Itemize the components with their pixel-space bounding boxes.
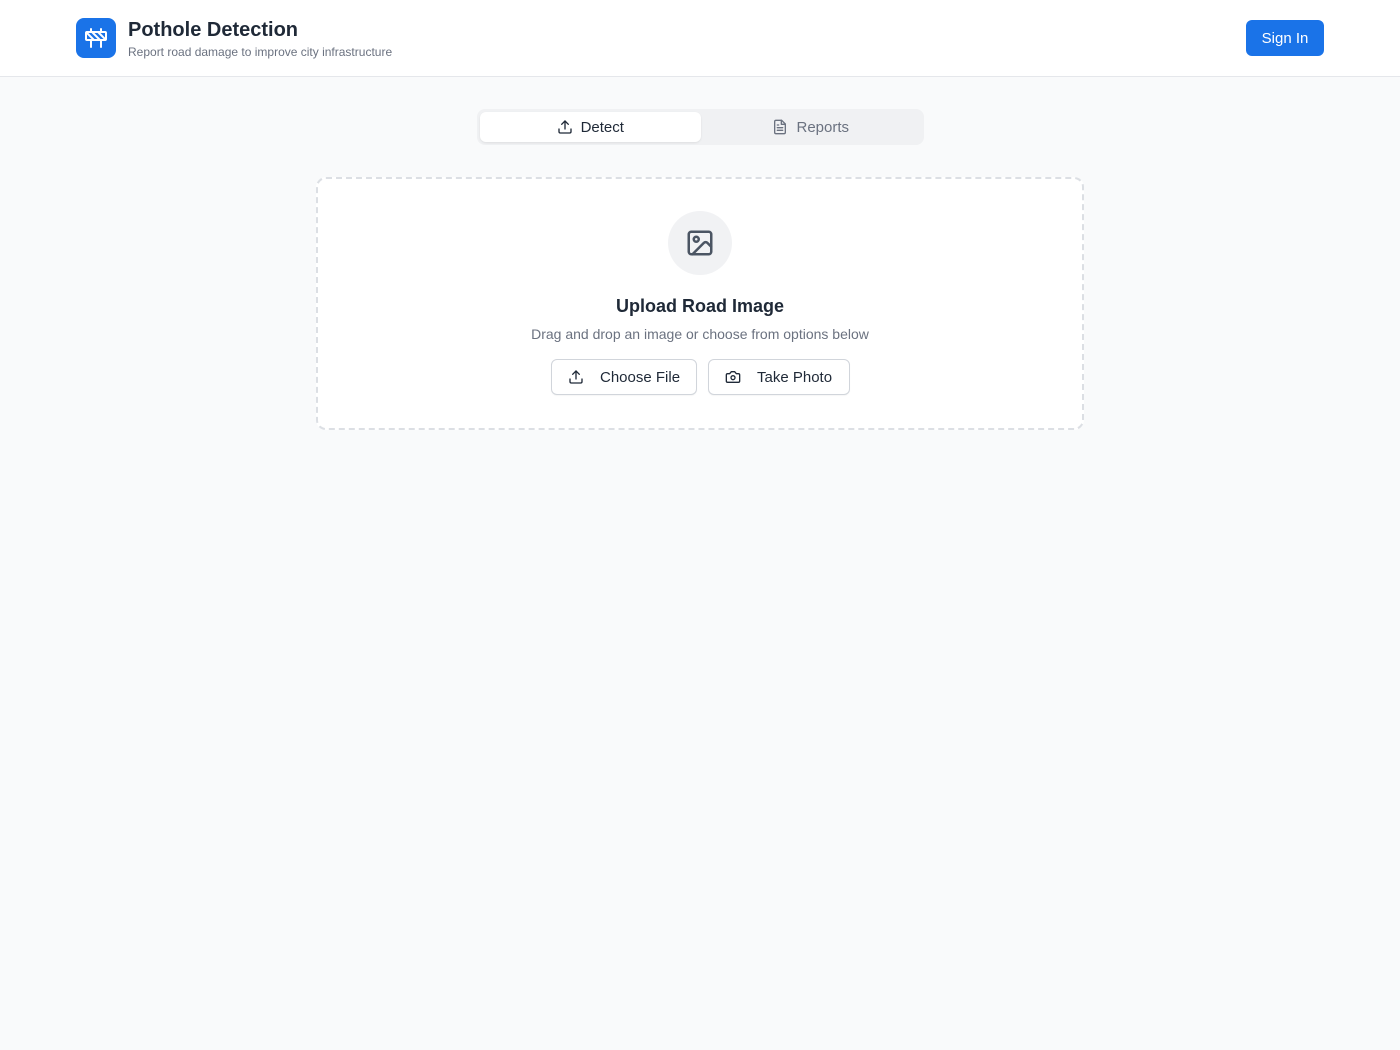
app-subtitle: Report road damage to improve city infra… bbox=[128, 45, 393, 59]
tab-bar: Detect Reports bbox=[477, 109, 924, 145]
tab-detect[interactable]: Detect bbox=[480, 112, 701, 142]
image-icon bbox=[668, 211, 732, 275]
upload-title: Upload Road Image bbox=[615, 296, 785, 316]
sign-in-button[interactable]: Sign In bbox=[1246, 20, 1324, 56]
road-barrier-icon bbox=[76, 18, 116, 58]
app-title: Pothole Detection bbox=[128, 19, 299, 41]
document-icon bbox=[772, 119, 788, 135]
choose-file-label: Choose File bbox=[600, 368, 681, 386]
choose-file-button[interactable]: Choose File bbox=[551, 359, 697, 395]
take-photo-label: Take Photo bbox=[757, 368, 833, 386]
upload-description: Drag and drop an image or choose from op… bbox=[531, 326, 869, 342]
upload-icon bbox=[557, 119, 573, 135]
upload-dropzone[interactable]: Upload Road Image Drag and drop an image… bbox=[316, 177, 1084, 430]
take-photo-button[interactable]: Take Photo bbox=[708, 359, 850, 395]
tab-reports[interactable]: Reports bbox=[701, 112, 922, 142]
app-header: Pothole Detection Report road damage to … bbox=[0, 0, 1400, 77]
tab-detect-label: Detect bbox=[580, 118, 624, 136]
tab-reports-label: Reports bbox=[796, 118, 850, 136]
upload-icon bbox=[568, 369, 584, 385]
camera-icon bbox=[725, 369, 741, 385]
